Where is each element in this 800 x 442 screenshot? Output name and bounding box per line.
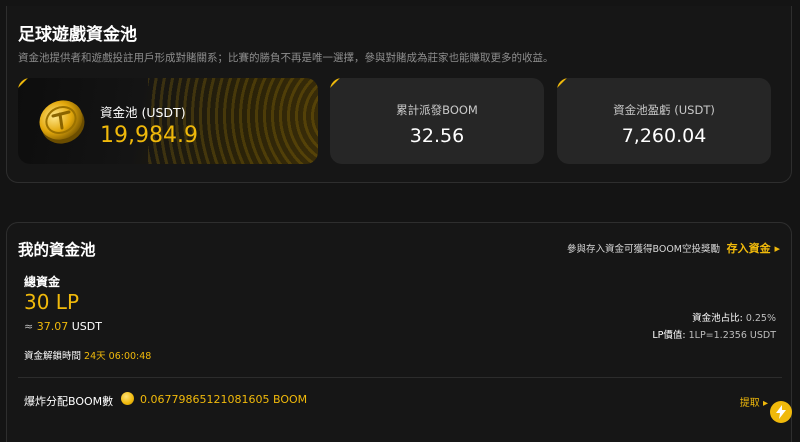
unlock-value: 24天 06:00:48 xyxy=(84,351,152,362)
lp-price-label: LP價值: xyxy=(652,330,686,341)
boom-distribution-label: 爆炸分配BOOM數 xyxy=(24,395,114,408)
approx-prefix: ≈ xyxy=(24,320,34,333)
profit-card-value: 7,260.04 xyxy=(621,125,707,147)
boom-distribution-value: 0.0677986512108160​5 BOOM xyxy=(140,393,308,406)
pool-share-value: 0.25% xyxy=(745,313,776,324)
unlock-time-row: 資金解鎖時間 24天 06:00:48 xyxy=(24,348,151,362)
card-corner-marker xyxy=(557,78,567,88)
my-pool-title: 我的資金池 xyxy=(18,241,96,259)
boom-card-label: 累計派發BOOM xyxy=(396,103,478,117)
unlock-label: 資金解鎖時間 xyxy=(24,351,82,362)
page-subtitle: 資金池提供者和遊戲投註用戶形成對賭關系；比賽的勝負不再是唯一選擇，參與對賭成為莊… xyxy=(18,52,554,64)
card-corner-marker xyxy=(330,78,340,88)
pool-profit-card: 資金池盈虧 (USDT) 7,260.04 xyxy=(557,78,771,164)
boom-card-value: 32.56 xyxy=(409,125,465,147)
pool-card-label: 資金池 (USDT) xyxy=(100,105,186,120)
approx-usdt: ≈ 37.07 USDT xyxy=(24,320,102,333)
lightning-icon xyxy=(776,405,786,419)
boom-coin-icon xyxy=(121,392,134,405)
lp-price-value: 1LP=1.2356 USDT xyxy=(688,330,776,341)
gold-coin-icon xyxy=(39,100,85,144)
card-corner-marker xyxy=(18,78,28,88)
boom-distributed-card: 累計派發BOOM 32.56 xyxy=(330,78,544,164)
lp-price-row: LP價值: 1LP=1.2356 USDT xyxy=(652,327,776,341)
lightning-fab-button[interactable] xyxy=(770,401,792,423)
card-decoration xyxy=(148,78,318,164)
pool-share-label: 資金池占比: xyxy=(692,313,743,324)
pool-share-row: 資金池占比: 0.25% xyxy=(692,310,776,324)
section-divider xyxy=(18,377,782,378)
profit-card-label: 資金池盈虧 (USDT) xyxy=(613,103,715,117)
approx-unit: USDT xyxy=(71,320,102,333)
pool-card-value: 19,984.9 xyxy=(100,123,198,148)
total-funds-label: 總資金 xyxy=(24,275,61,289)
deposit-link[interactable]: 存入資金 ▸ xyxy=(727,240,780,256)
page-title: 足球遊戲資金池 xyxy=(18,25,137,45)
approx-value: 37.07 xyxy=(36,320,69,333)
withdraw-link[interactable]: 提取 ▸ xyxy=(740,394,768,409)
total-funds-value: 30 LP xyxy=(24,290,80,314)
pool-total-card: 資金池 (USDT) 19,984.9 xyxy=(18,78,318,164)
deposit-hint: 參與存入資金可獲得BOOM空投獎勵 xyxy=(566,244,720,255)
